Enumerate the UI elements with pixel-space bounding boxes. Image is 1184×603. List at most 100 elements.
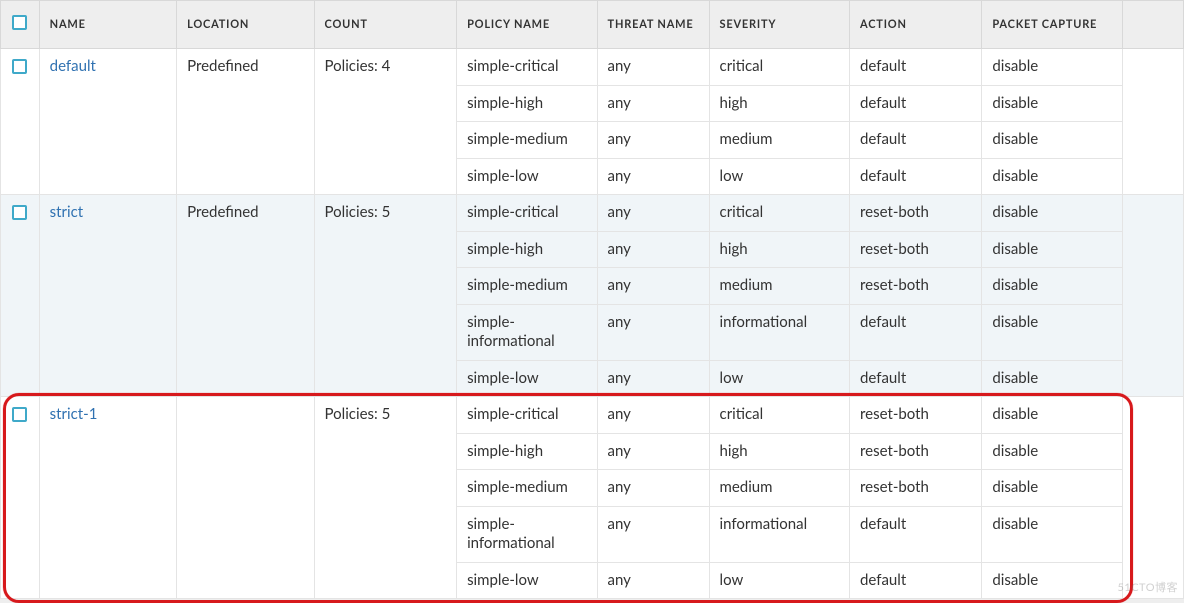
packet-capture-cell: disable	[982, 195, 1122, 232]
policy-name-cell: simple-informational	[457, 304, 597, 360]
threat-name-cell: any	[597, 85, 709, 122]
severity-cell: low	[709, 360, 849, 397]
packet-capture-cell: disable	[982, 397, 1122, 434]
profiles-table: NAME LOCATION COUNT POLICY NAME THREAT N…	[0, 0, 1184, 599]
action-cell: default	[850, 122, 982, 159]
severity-cell: low	[709, 562, 849, 599]
profile-name-cell: strict	[39, 195, 176, 397]
action-cell: reset-both	[850, 195, 982, 232]
profiles-table-container: NAME LOCATION COUNT POLICY NAME THREAT N…	[0, 0, 1184, 599]
policy-name-cell: simple-medium	[457, 122, 597, 159]
row-checkbox-cell	[1, 195, 40, 397]
extra-cell	[1122, 49, 1183, 195]
packet-capture-cell: disable	[982, 360, 1122, 397]
action-cell: reset-both	[850, 231, 982, 268]
packet-capture-cell: disable	[982, 158, 1122, 195]
packet-capture-cell: disable	[982, 506, 1122, 562]
threat-name-cell: any	[597, 231, 709, 268]
severity-cell: critical	[709, 195, 849, 232]
threat-name-cell: any	[597, 360, 709, 397]
action-cell: default	[850, 304, 982, 360]
row-checkbox-cell	[1, 49, 40, 195]
policy-name-cell: simple-critical	[457, 195, 597, 232]
policy-name-cell: simple-high	[457, 231, 597, 268]
policy-name-cell: simple-critical	[457, 49, 597, 86]
packet-capture-cell: disable	[982, 231, 1122, 268]
packet-capture-cell: disable	[982, 122, 1122, 159]
threat-name-cell: any	[597, 122, 709, 159]
count-cell: Policies: 5	[314, 397, 457, 599]
policy-name-cell: simple-high	[457, 85, 597, 122]
policy-name-cell: simple-low	[457, 360, 597, 397]
packet-capture-cell: disable	[982, 304, 1122, 360]
header-severity[interactable]: SEVERITY	[709, 1, 849, 49]
packet-capture-cell: disable	[982, 433, 1122, 470]
severity-cell: medium	[709, 470, 849, 507]
select-all-checkbox[interactable]	[12, 15, 27, 30]
policy-name-cell: simple-medium	[457, 470, 597, 507]
threat-name-cell: any	[597, 433, 709, 470]
action-cell: default	[850, 562, 982, 599]
policy-name-cell: simple-high	[457, 433, 597, 470]
packet-capture-cell: disable	[982, 470, 1122, 507]
table-row: strictPredefinedPolicies: 5simple-critic…	[1, 195, 1184, 232]
header-extra	[1122, 1, 1183, 49]
row-checkbox[interactable]	[12, 59, 27, 74]
severity-cell: informational	[709, 304, 849, 360]
header-threat-name[interactable]: THREAT NAME	[597, 1, 709, 49]
profile-name-link[interactable]: strict-1	[50, 405, 98, 423]
action-cell: reset-both	[850, 470, 982, 507]
severity-cell: critical	[709, 49, 849, 86]
header-action[interactable]: ACTION	[850, 1, 982, 49]
severity-cell: informational	[709, 506, 849, 562]
action-cell: reset-both	[850, 268, 982, 305]
row-checkbox[interactable]	[12, 205, 27, 220]
action-cell: reset-both	[850, 433, 982, 470]
location-cell	[177, 397, 314, 599]
policy-name-cell: simple-informational	[457, 506, 597, 562]
policy-name-cell: simple-critical	[457, 397, 597, 434]
severity-cell: high	[709, 433, 849, 470]
action-cell: default	[850, 158, 982, 195]
profile-name-link[interactable]: default	[50, 57, 96, 75]
threat-name-cell: any	[597, 49, 709, 86]
header-policy-name[interactable]: POLICY NAME	[457, 1, 597, 49]
policy-name-cell: simple-low	[457, 158, 597, 195]
header-checkbox-cell	[1, 1, 40, 49]
threat-name-cell: any	[597, 397, 709, 434]
severity-cell: medium	[709, 122, 849, 159]
header-packet-capture[interactable]: PACKET CAPTURE	[982, 1, 1122, 49]
profile-name-cell: default	[39, 49, 176, 195]
severity-cell: medium	[709, 268, 849, 305]
packet-capture-cell: disable	[982, 85, 1122, 122]
count-cell: Policies: 5	[314, 195, 457, 397]
watermark: 51CTO博客	[1117, 579, 1178, 595]
threat-name-cell: any	[597, 470, 709, 507]
location-cell: Predefined	[177, 49, 314, 195]
policy-name-cell: simple-low	[457, 562, 597, 599]
count-cell: Policies: 4	[314, 49, 457, 195]
row-checkbox[interactable]	[12, 407, 27, 422]
severity-cell: low	[709, 158, 849, 195]
action-cell: default	[850, 360, 982, 397]
profile-name-cell: strict-1	[39, 397, 176, 599]
severity-cell: high	[709, 231, 849, 268]
header-location[interactable]: LOCATION	[177, 1, 314, 49]
packet-capture-cell: disable	[982, 268, 1122, 305]
action-cell: default	[850, 85, 982, 122]
threat-name-cell: any	[597, 304, 709, 360]
location-cell: Predefined	[177, 195, 314, 397]
severity-cell: high	[709, 85, 849, 122]
packet-capture-cell: disable	[982, 562, 1122, 599]
policy-name-cell: simple-medium	[457, 268, 597, 305]
profile-name-link[interactable]: strict	[50, 203, 83, 221]
threat-name-cell: any	[597, 158, 709, 195]
packet-capture-cell: disable	[982, 49, 1122, 86]
action-cell: default	[850, 49, 982, 86]
action-cell: reset-both	[850, 397, 982, 434]
header-name[interactable]: NAME	[39, 1, 176, 49]
header-count[interactable]: COUNT	[314, 1, 457, 49]
severity-cell: critical	[709, 397, 849, 434]
threat-name-cell: any	[597, 268, 709, 305]
threat-name-cell: any	[597, 506, 709, 562]
